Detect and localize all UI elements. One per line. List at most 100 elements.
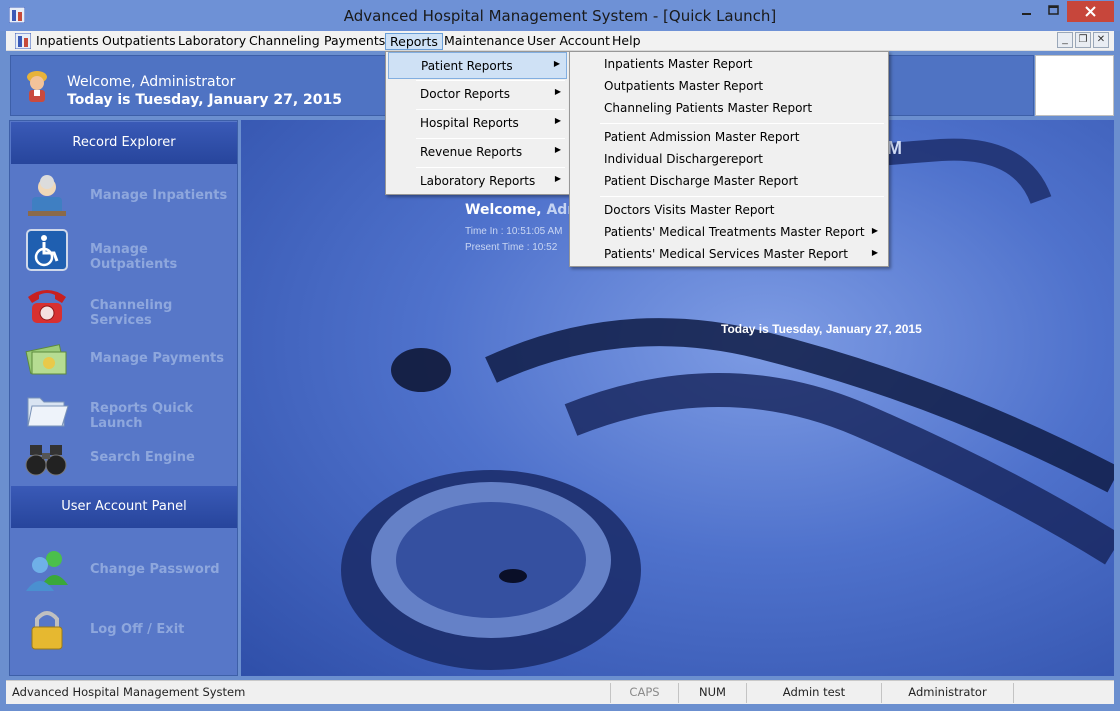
status-app-name: Advanced Hospital Management System [12, 685, 246, 699]
menu-item-inpatients-master-report[interactable]: Inpatients Master Report [572, 54, 886, 74]
user-account-panel-header[interactable]: User Account Panel [11, 486, 237, 528]
status-num: NUM [678, 683, 746, 703]
menu-inpatients[interactable]: Inpatients [32, 33, 103, 50]
sidebar-item-manage-payments[interactable]: Manage Payments [22, 334, 236, 386]
menu-item-channeling-patients-master-report[interactable]: Channeling Patients Master Report [572, 98, 886, 118]
submenu-arrow-icon: ▶ [871, 248, 878, 257]
binoculars-icon [25, 445, 67, 476]
minimize-button[interactable] [1013, 1, 1040, 22]
sidebar-item-label: Log Off / Exit [90, 622, 185, 637]
menu-help[interactable]: Help [608, 33, 645, 50]
partial-heading: M [887, 138, 902, 158]
sidebar-item-label: Reports Quick Launch [90, 401, 194, 431]
sidebar-item-label: Search Engine [90, 450, 195, 465]
users-icon [26, 551, 68, 591]
menu-item-medical-services-master-report[interactable]: Patients' Medical Services Master Report… [572, 244, 886, 264]
menu-outpatients[interactable]: Outpatients [98, 33, 180, 50]
submenu-arrow-icon: ▶ [554, 116, 561, 125]
status-bar: Advanced Hospital Management System CAPS… [6, 680, 1114, 704]
inpatient-icon [28, 175, 66, 216]
welcome-text: Welcome, Administrator [67, 74, 236, 90]
telephone-icon [28, 290, 66, 323]
user-avatar-icon [27, 71, 47, 102]
sidebar-item-label: Manage Payments [90, 351, 224, 366]
menu-item-hospital-reports[interactable]: Hospital Reports ▶ [388, 110, 567, 137]
mdi-child-icon[interactable] [15, 33, 31, 49]
close-button[interactable] [1067, 1, 1114, 22]
menu-bar: Inpatients Outpatients Laboratory Channe… [6, 31, 1114, 51]
submenu-arrow-icon: ▶ [554, 87, 561, 96]
submenu-arrow-icon: ▶ [554, 174, 561, 183]
menu-item-revenue-reports[interactable]: Revenue Reports ▶ [388, 139, 567, 166]
sidebar-item-label: Change Password [90, 562, 220, 577]
status-caps: CAPS [610, 683, 678, 703]
record-explorer-header[interactable]: Record Explorer [11, 122, 237, 164]
padlock-icon [31, 611, 63, 650]
maximize-icon [1048, 5, 1059, 15]
menu-item-patient-discharge-master-report[interactable]: Patient Discharge Master Report [572, 171, 886, 191]
sidebar-item-log-off-exit[interactable]: Log Off / Exit [22, 605, 236, 657]
sidebar-item-label: Manage Inpatients [90, 188, 228, 203]
menu-item-label: Channeling Patients Master Report [604, 101, 813, 115]
title-bar: Advanced Hospital Management System - [Q… [0, 0, 1120, 31]
menu-payments[interactable]: Payments [320, 33, 389, 50]
time-in-text: Time In : 10:51:05 AM [465, 226, 563, 237]
welcome-label: Welcome, [465, 202, 542, 218]
sidebar-item-change-password[interactable]: Change Password [22, 545, 236, 597]
mdi-minimize-button[interactable]: _ [1057, 32, 1073, 48]
sidebar: Record Explorer Manage Inpatients Manage… [9, 120, 238, 676]
menu-item-laboratory-reports[interactable]: Laboratory Reports ▶ [388, 168, 567, 195]
window-title: Advanced Hospital Management System - [Q… [343, 7, 777, 25]
menu-item-doctor-reports[interactable]: Doctor Reports ▶ [388, 81, 567, 108]
menu-separator [600, 196, 884, 197]
sidebar-item-manage-outpatients[interactable]: Manage Outpatients [22, 225, 236, 277]
menu-item-medical-treatments-master-report[interactable]: Patients' Medical Treatments Master Repo… [572, 222, 886, 242]
banner-side-panel [1035, 55, 1114, 116]
menu-item-patient-reports[interactable]: Patient Reports ▶ [388, 52, 567, 79]
sidebar-item-label: Channeling Services [90, 298, 173, 328]
menu-user-account[interactable]: User Account [523, 33, 614, 50]
menu-item-label: Revenue Reports [420, 145, 523, 159]
menu-item-label: Patient Discharge Master Report [604, 174, 799, 188]
menu-item-label: Patient Reports [421, 59, 513, 73]
maximize-button[interactable] [1040, 1, 1067, 22]
menu-item-label: Patients' Medical Treatments Master Repo… [604, 225, 865, 239]
menu-item-label: Hospital Reports [420, 116, 519, 130]
menu-reports[interactable]: Reports [385, 33, 443, 50]
wheelchair-icon [26, 229, 68, 271]
menu-item-individual-discharge-report[interactable]: Individual Dischargereport [572, 149, 886, 169]
menu-item-label: Patient Admission Master Report [604, 130, 800, 144]
main-today-text: Today is Tuesday, January 27, 2015 [721, 322, 922, 336]
submenu-arrow-icon: ▶ [554, 145, 561, 154]
present-time-text: Present Time : 10:52 [465, 242, 558, 253]
menu-item-label: Doctors Visits Master Report [604, 203, 775, 217]
sidebar-item-manage-inpatients[interactable]: Manage Inpatients [22, 171, 236, 223]
menu-laboratory[interactable]: Laboratory [174, 33, 250, 50]
menu-item-outpatients-master-report[interactable]: Outpatients Master Report [572, 76, 886, 96]
submenu-arrow-icon: ▶ [871, 226, 878, 235]
reports-menu: Patient Reports ▶ Doctor Reports ▶ Hospi… [385, 51, 570, 195]
menu-item-label: Patients' Medical Services Master Report [604, 247, 848, 261]
mdi-restore-button[interactable]: ❐ [1075, 32, 1091, 48]
sidebar-item-channeling-services[interactable]: Channeling Services [22, 281, 236, 333]
folder-icon [27, 397, 69, 427]
today-text: Today is Tuesday, January 27, 2015 [67, 92, 343, 108]
menu-item-label: Outpatients Master Report [604, 79, 764, 93]
status-user: Admin test [746, 683, 881, 703]
status-role: Administrator [881, 683, 1013, 703]
money-icon [25, 344, 67, 375]
submenu-arrow-icon: ▶ [553, 59, 560, 68]
patient-reports-submenu: Inpatients Master Report Outpatients Mas… [569, 51, 889, 267]
menu-maintenance[interactable]: Maintenance [440, 33, 529, 50]
menu-item-label: Individual Dischargereport [604, 152, 764, 166]
sidebar-item-search-engine[interactable]: Search Engine [22, 433, 236, 485]
menu-item-doctors-visits-master-report[interactable]: Doctors Visits Master Report [572, 200, 886, 220]
menu-item-patient-admission-master-report[interactable]: Patient Admission Master Report [572, 127, 886, 147]
menu-channeling[interactable]: Channeling [245, 33, 324, 50]
sidebar-item-label: Manage Outpatients [90, 242, 178, 272]
mdi-close-button[interactable]: ✕ [1093, 32, 1109, 48]
sidebar-item-reports-quick-launch[interactable]: Reports Quick Launch [22, 384, 236, 436]
status-extra [1013, 683, 1114, 703]
close-icon [1085, 6, 1096, 17]
menu-item-label: Laboratory Reports [420, 174, 536, 188]
